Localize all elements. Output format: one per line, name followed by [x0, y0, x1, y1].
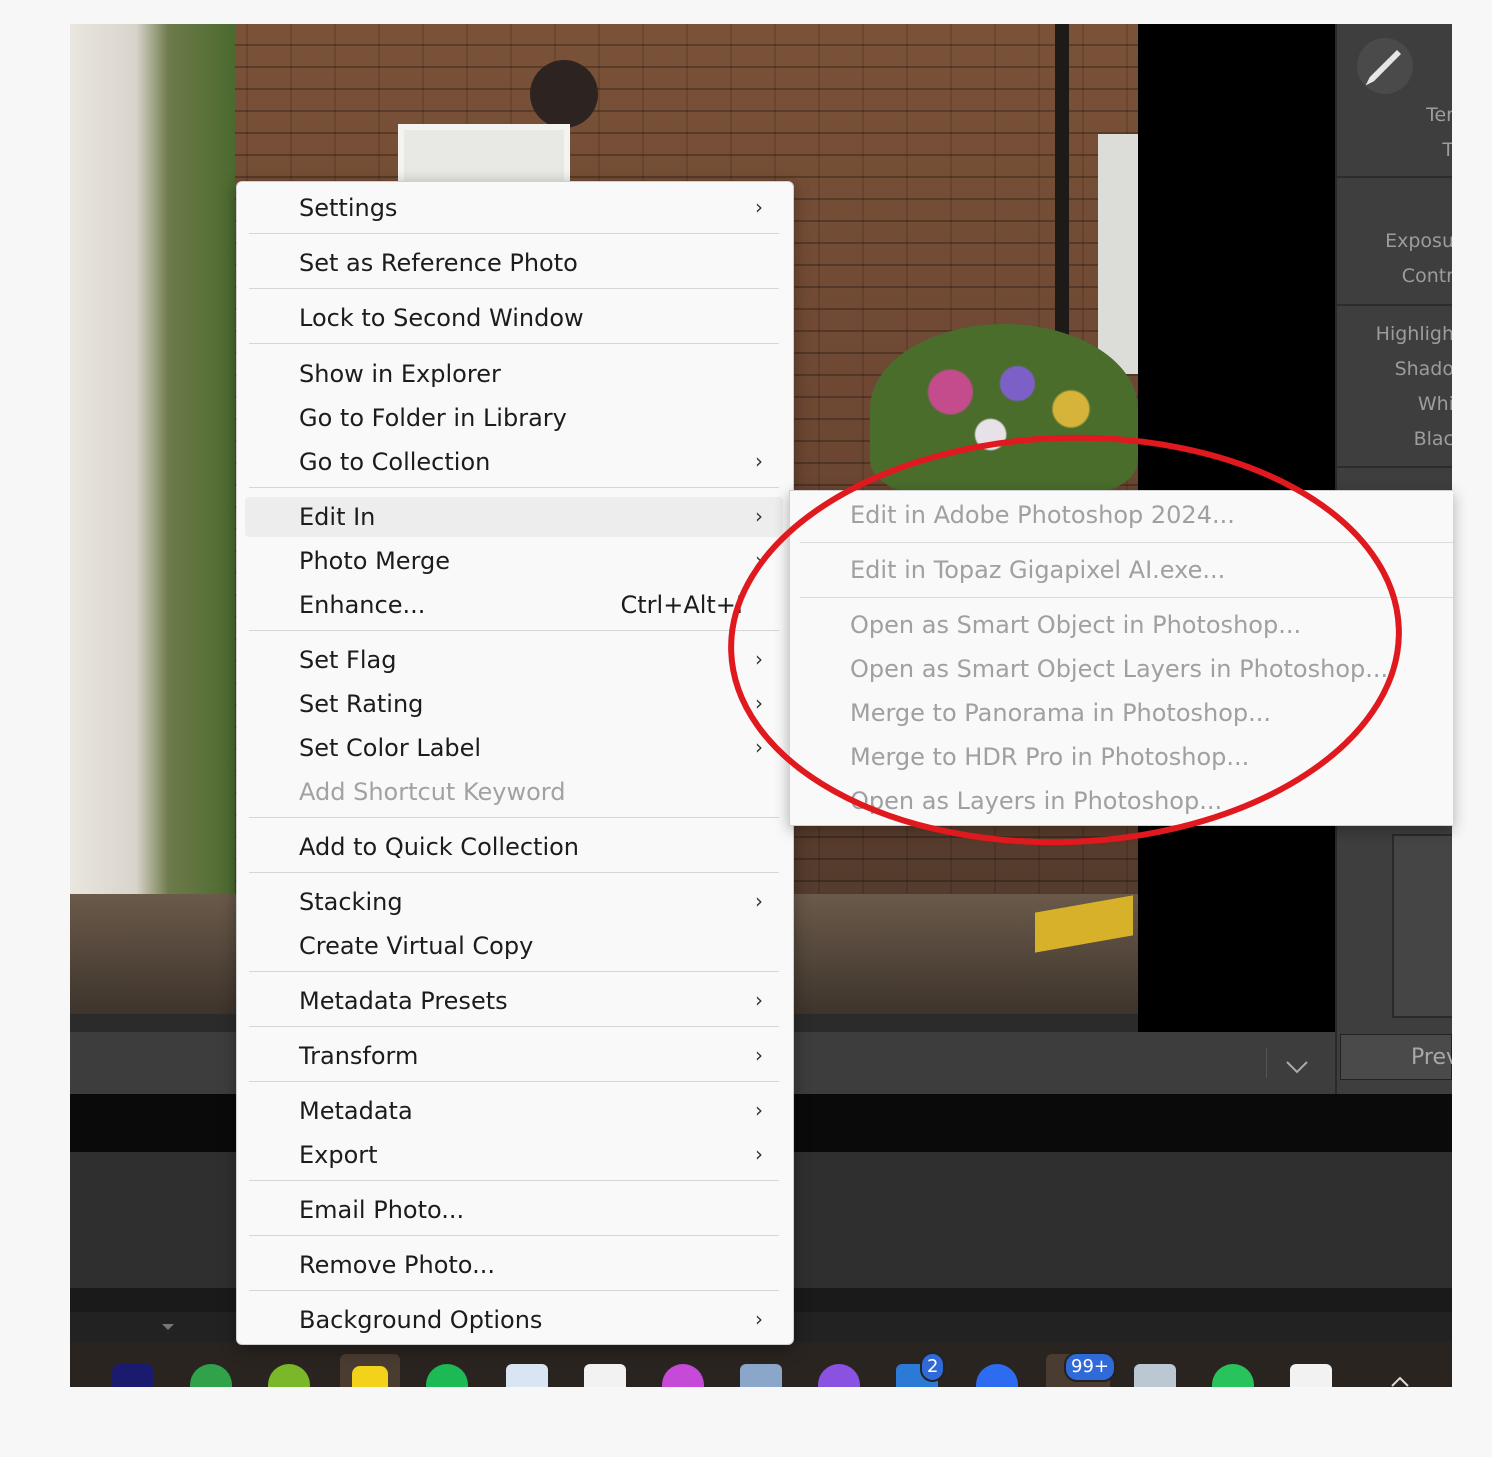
translate-icon[interactable] [506, 1364, 548, 1387]
chat-icon[interactable] [818, 1364, 860, 1387]
messenger-icon[interactable] [662, 1364, 704, 1387]
chevron-right-icon: › [755, 195, 763, 219]
menu-item-remove-photo[interactable]: Remove Photo... [245, 1245, 783, 1285]
submenu-item-merge-panorama[interactable]: Merge to Panorama in Photoshop... [850, 699, 1271, 727]
notification-badge: 99+ [1064, 1352, 1116, 1382]
submenu-item-merge-hdr[interactable]: Merge to HDR Pro in Photoshop... [850, 743, 1249, 771]
chevron-right-icon: › [755, 988, 763, 1012]
notification-badge: 2 [920, 1352, 946, 1382]
chevron-right-icon: › [755, 889, 763, 913]
menu-item-stacking[interactable]: Stacking › [245, 882, 783, 922]
submenu-item-smart-object-layers[interactable]: Open as Smart Object Layers in Photoshop… [850, 655, 1388, 683]
panel-label-shadows: Shado [1394, 358, 1452, 380]
panel-label-contrast: Contr [1401, 265, 1452, 287]
chevron-right-icon: › [755, 504, 763, 528]
chevron-right-icon: › [755, 1098, 763, 1122]
menu-item-settings[interactable]: Settings › [245, 188, 783, 228]
filmstrip-toggle-icon[interactable] [162, 1324, 174, 1330]
menu-item-email-photo[interactable]: Email Photo... [245, 1190, 783, 1230]
menu-item-photo-merge[interactable]: Photo Merge › [245, 541, 783, 581]
panel-label-whites: Whi [1417, 393, 1452, 415]
chevron-right-icon: › [755, 1307, 763, 1331]
submenu-item-edit-topaz[interactable]: Edit in Topaz Gigapixel AI.exe... [850, 556, 1225, 584]
menu-item-transform[interactable]: Transform › [245, 1036, 783, 1076]
panel-label-exposure: Exposu [1385, 230, 1452, 252]
chevron-right-icon: › [755, 548, 763, 572]
menu-item-lock-second-window[interactable]: Lock to Second Window [245, 298, 783, 338]
chevron-right-icon: › [755, 735, 763, 759]
microsoft-store-icon[interactable] [584, 1364, 626, 1387]
chevron-right-icon: › [755, 1043, 763, 1067]
menu-item-go-to-folder[interactable]: Go to Folder in Library [245, 398, 783, 438]
paint-icon[interactable] [1290, 1364, 1332, 1387]
menu-item-set-rating[interactable]: Set Rating › [245, 684, 783, 724]
submenu-item-open-as-layers[interactable]: Open as Layers in Photoshop... [850, 787, 1222, 815]
zoom-icon[interactable] [976, 1364, 1018, 1387]
context-menu: Settings › Set as Reference Photo Lock t… [236, 181, 794, 1345]
menu-item-show-in-explorer[interactable]: Show in Explorer [245, 354, 783, 394]
menu-item-go-to-collection[interactable]: Go to Collection › [245, 442, 783, 482]
menu-item-export[interactable]: Export › [245, 1135, 783, 1175]
tray-chevron-icon[interactable] [1390, 1376, 1410, 1387]
menu-item-enhance[interactable]: Enhance... Ctrl+Alt+I [245, 585, 783, 625]
submenu-item-edit-photoshop[interactable]: Edit in Adobe Photoshop 2024... [850, 501, 1235, 529]
taskbar: 2 99+ [70, 1342, 1452, 1387]
panel-label-highlights: Highligh [1375, 323, 1452, 345]
menu-item-create-virtual-copy[interactable]: Create Virtual Copy [245, 926, 783, 966]
panel-label-blacks: Blac [1413, 428, 1452, 450]
spotify-icon[interactable] [426, 1364, 468, 1387]
chevron-right-icon: › [755, 1142, 763, 1166]
norton-icon[interactable] [340, 1354, 400, 1387]
menu-item-add-to-quick-collection[interactable]: Add to Quick Collection [245, 827, 783, 867]
menu-item-metadata[interactable]: Metadata › [245, 1091, 783, 1131]
edit-in-submenu: Edit in Adobe Photoshop 2024... Edit in … [789, 490, 1453, 826]
chevron-right-icon: › [755, 647, 763, 671]
whatsapp-icon[interactable] [1212, 1364, 1254, 1387]
chevron-right-icon: › [755, 691, 763, 715]
menu-item-set-color-label[interactable]: Set Color Label › [245, 728, 783, 768]
chevron-right-icon: › [755, 449, 763, 473]
menu-item-background-options[interactable]: Background Options › [245, 1300, 783, 1340]
calculator-icon[interactable] [1134, 1364, 1176, 1387]
shortcut-label: Ctrl+Alt+I [620, 591, 744, 619]
menu-item-set-flag[interactable]: Set Flag › [245, 640, 783, 680]
photo-app-icon[interactable] [112, 1364, 154, 1387]
menu-item-set-reference-photo[interactable]: Set as Reference Photo [245, 243, 783, 283]
menu-item-metadata-presets[interactable]: Metadata Presets › [245, 981, 783, 1021]
eyedropper-icon[interactable] [1357, 38, 1413, 94]
files-icon[interactable] [740, 1364, 782, 1387]
panel-label-tint: T [1442, 139, 1452, 161]
menu-item-add-shortcut-keyword: Add Shortcut Keyword [299, 778, 566, 806]
menu-item-edit-in[interactable]: Edit In › [245, 497, 783, 537]
panel-label-temp: Ter [1426, 104, 1452, 126]
green-globe-icon[interactable] [190, 1364, 232, 1387]
chevron-down-icon[interactable] [1285, 1060, 1309, 1074]
submenu-item-smart-object[interactable]: Open as Smart Object in Photoshop... [850, 611, 1301, 639]
lime-app-icon[interactable] [268, 1364, 310, 1387]
previous-button[interactable]: Prev [1340, 1034, 1452, 1080]
